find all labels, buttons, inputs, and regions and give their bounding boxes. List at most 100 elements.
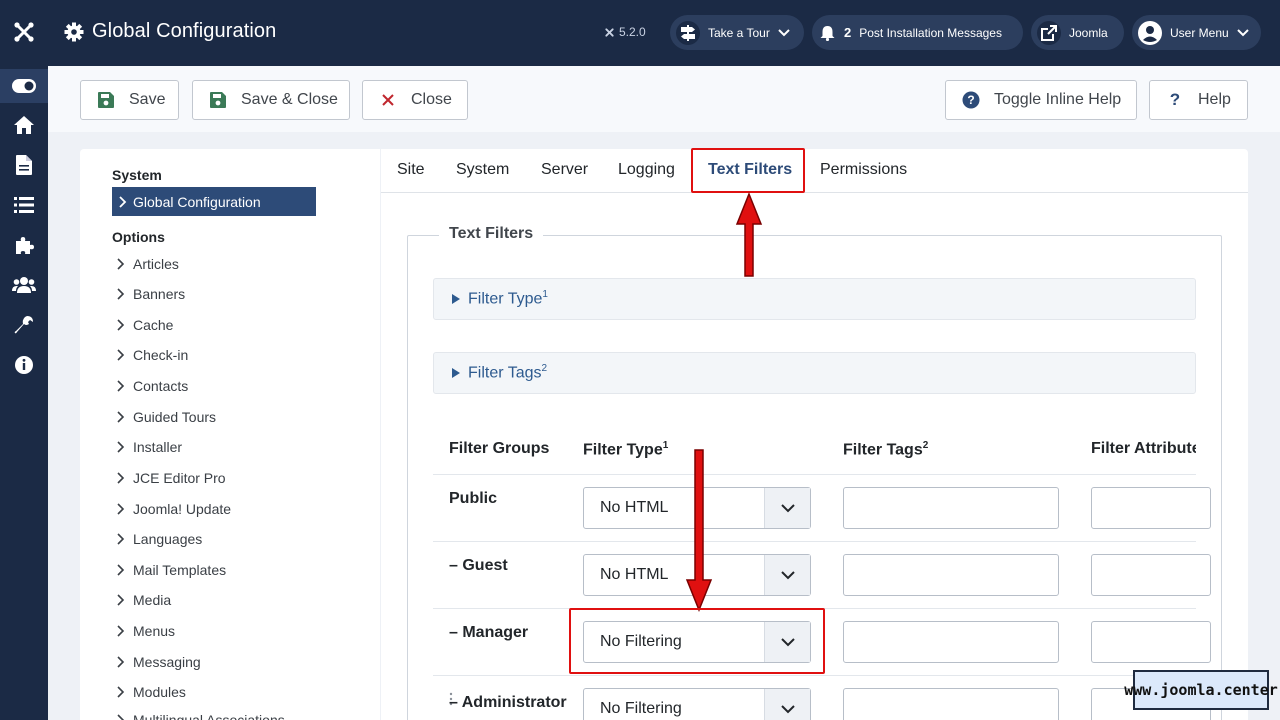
sidebar-item-guided-tours[interactable]: Guided Tours: [116, 409, 216, 425]
sidebar-item-jce-editor-pro[interactable]: JCE Editor Pro: [116, 470, 226, 486]
chevron-right-icon: [117, 564, 125, 576]
accordion-filter-type[interactable]: Filter Type1: [433, 278, 1196, 320]
filter-tags-input-administrator[interactable]: [843, 688, 1059, 720]
select-value: No Filtering: [600, 700, 682, 717]
sidebar-item-messaging[interactable]: Messaging: [116, 654, 201, 670]
tab-permissions[interactable]: Permissions: [820, 161, 907, 179]
tab-logging[interactable]: Logging: [618, 161, 675, 179]
sidebar-item-label: Media: [133, 592, 172, 608]
accordion-label: Filter Tags2: [468, 363, 548, 382]
chevron-right-icon: [117, 441, 125, 453]
filter-tags-input-manager[interactable]: [843, 621, 1059, 663]
accordion-filter-tags[interactable]: Filter Tags2: [433, 352, 1196, 394]
chevron-down-icon: [764, 555, 810, 595]
sidebar-item-installer[interactable]: Installer: [116, 439, 182, 455]
row-divider: [433, 675, 1196, 676]
post-installation-messages-button[interactable]: 2 Post Installation Messages: [812, 15, 1023, 50]
options-heading: Options: [112, 229, 165, 245]
tab-site[interactable]: Site: [397, 161, 425, 179]
sidebar-item-contacts[interactable]: Contacts: [116, 378, 188, 394]
system-heading: System: [112, 167, 162, 183]
sidebar-item-global-configuration[interactable]: Global Configuration: [112, 187, 316, 216]
sidebar-item-label: Modules: [133, 684, 186, 700]
messages-label: Post Installation Messages: [859, 25, 1002, 40]
row-divider: [433, 474, 1196, 475]
save-label: Save: [129, 91, 166, 108]
sidebar-item-label: Menus: [133, 623, 176, 639]
sidebar-item-label: Joomla! Update: [133, 501, 232, 517]
sidebar-item-articles[interactable]: Articles: [116, 256, 179, 272]
joomla-logo-icon[interactable]: [12, 20, 36, 44]
toggle-menu-icon[interactable]: [12, 74, 36, 98]
annotation-highlight-text-filters-tab: [691, 148, 805, 193]
save-button[interactable]: Save: [80, 80, 179, 120]
view-site-button[interactable]: Joomla: [1031, 15, 1124, 50]
components-puzzle-icon[interactable]: [12, 233, 36, 257]
sidebar-item-label: Global Configuration: [133, 193, 261, 210]
chevron-right-icon: [117, 656, 125, 668]
chevron-right-icon: [117, 503, 125, 515]
page-title: Global Configuration: [92, 20, 277, 42]
chevron-down-icon: [1236, 28, 1249, 36]
sidebar-item-modules[interactable]: Modules: [116, 684, 186, 700]
filter-attributes-input-guest[interactable]: [1091, 554, 1211, 596]
accordion-label: Filter Type1: [468, 289, 548, 308]
take-a-tour-label: Take a Tour: [708, 25, 770, 40]
filter-group-name: – Guest: [449, 557, 508, 574]
sidebar-item-label: Guided Tours: [133, 409, 217, 425]
sidebar-item-check-in[interactable]: Check-in: [116, 347, 188, 363]
system-wrench-icon[interactable]: [12, 313, 36, 337]
sidebar-item-languages[interactable]: Languages: [116, 531, 202, 547]
help-button[interactable]: ? Help: [1149, 80, 1248, 120]
sidebar-item-mail-templates[interactable]: Mail Templates: [116, 562, 226, 578]
close-x-icon: [379, 91, 397, 109]
close-button[interactable]: Close: [362, 80, 468, 120]
save-close-button[interactable]: Save & Close: [192, 80, 350, 120]
sidebar-item-multilingual-associations[interactable]: Multilingual Associations: [116, 712, 285, 720]
filter-attributes-input-manager[interactable]: [1091, 621, 1211, 663]
filter-tags-input-public[interactable]: [843, 487, 1059, 529]
filter-tags-input-guest[interactable]: [843, 554, 1059, 596]
annotation-arrow-down: [685, 449, 713, 612]
filter-attributes-input-public[interactable]: [1091, 487, 1211, 529]
svg-text:?: ?: [967, 93, 974, 107]
question-circle-icon: ?: [962, 91, 980, 109]
sidebar-item-cache[interactable]: Cache: [116, 317, 173, 333]
filter-type-select-administrator[interactable]: No Filtering: [583, 688, 811, 720]
help-info-icon[interactable]: [12, 353, 36, 377]
column-header-filter-type: Filter Type1: [583, 440, 669, 459]
column-header-filter-attributes: Filter Attributes: [1091, 440, 1196, 457]
menus-list-icon[interactable]: [12, 193, 36, 217]
signpost-icon: [676, 20, 700, 45]
sidebar-item-joomla-update[interactable]: Joomla! Update: [116, 501, 231, 517]
tab-system[interactable]: System: [456, 161, 509, 179]
sidebar-item-banners[interactable]: Banners: [116, 286, 185, 302]
content-icon[interactable]: [12, 153, 36, 177]
fieldset-legend: Text Filters: [439, 225, 544, 243]
sidebar-item-label: Cache: [133, 317, 174, 333]
sidebar-item-label: Languages: [133, 531, 203, 547]
filter-group-name: – Administrator: [449, 694, 567, 711]
external-link-icon: [1037, 20, 1061, 45]
chevron-right-icon: [117, 533, 125, 545]
take-a-tour-button[interactable]: Take a Tour: [670, 15, 804, 50]
save-close-label: Save & Close: [241, 91, 338, 108]
caret-right-icon: [452, 294, 460, 304]
save-disk-icon: [97, 91, 115, 109]
sidebar-item-media[interactable]: Media: [116, 592, 171, 608]
tab-server[interactable]: Server: [541, 161, 588, 179]
messages-count-badge: 2: [844, 25, 852, 40]
filter-group-name: Public: [449, 490, 498, 507]
question-mark-icon: ?: [1169, 90, 1181, 109]
home-icon[interactable]: [12, 113, 36, 137]
toggle-inline-help-button[interactable]: ? Toggle Inline Help: [945, 80, 1137, 120]
select-value: No HTML: [600, 566, 669, 583]
users-icon[interactable]: [12, 273, 36, 297]
chevron-right-icon: [117, 472, 125, 484]
sidebar-item-menus[interactable]: Menus: [116, 623, 175, 639]
sidebar-item-label: JCE Editor Pro: [133, 470, 226, 486]
user-menu-button[interactable]: User Menu: [1132, 15, 1261, 50]
config-sidebar: System Global Configuration Options Arti…: [80, 149, 380, 720]
chevron-right-icon: [117, 714, 125, 720]
chevron-down-icon: [764, 488, 810, 528]
